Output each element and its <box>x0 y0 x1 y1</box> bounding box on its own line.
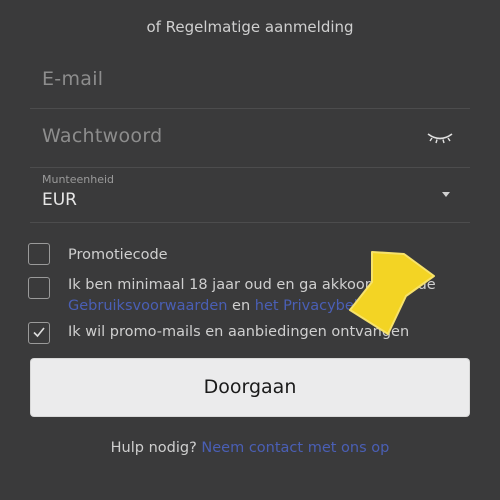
currency-select[interactable]: Munteenheid EUR <box>30 170 470 223</box>
currency-value: EUR <box>42 190 77 210</box>
checkmark-icon <box>33 327 45 338</box>
password-field[interactable]: Wachtwoord <box>30 115 470 168</box>
caret-down-icon[interactable] <box>442 192 450 197</box>
email-placeholder: E-mail <box>42 68 104 90</box>
promo-code-checkbox[interactable] <box>28 243 50 265</box>
password-placeholder: Wachtwoord <box>42 125 163 147</box>
email-field[interactable]: E-mail <box>30 58 470 109</box>
help-text: Hulp nodig? Neem contact met ons op <box>0 440 500 456</box>
terms-link[interactable]: Gebruiksvoorwaarden <box>68 298 227 314</box>
terms-connector: en <box>227 298 255 314</box>
terms-checkbox[interactable] <box>28 277 50 299</box>
continue-button[interactable]: Doorgaan <box>31 359 469 416</box>
yellow-arrow-pointer-icon <box>349 251 435 335</box>
promo-mails-checkbox[interactable] <box>28 322 50 344</box>
help-prefix: Hulp nodig? <box>110 440 202 456</box>
currency-label: Munteenheid <box>42 173 115 186</box>
contact-link[interactable]: Neem contact met ons op <box>201 440 389 456</box>
eye-closed-icon[interactable] <box>426 131 454 145</box>
signup-subtitle: of Regelmatige aanmelding <box>146 18 354 36</box>
promo-code-label[interactable]: Promotiecode <box>68 245 168 266</box>
